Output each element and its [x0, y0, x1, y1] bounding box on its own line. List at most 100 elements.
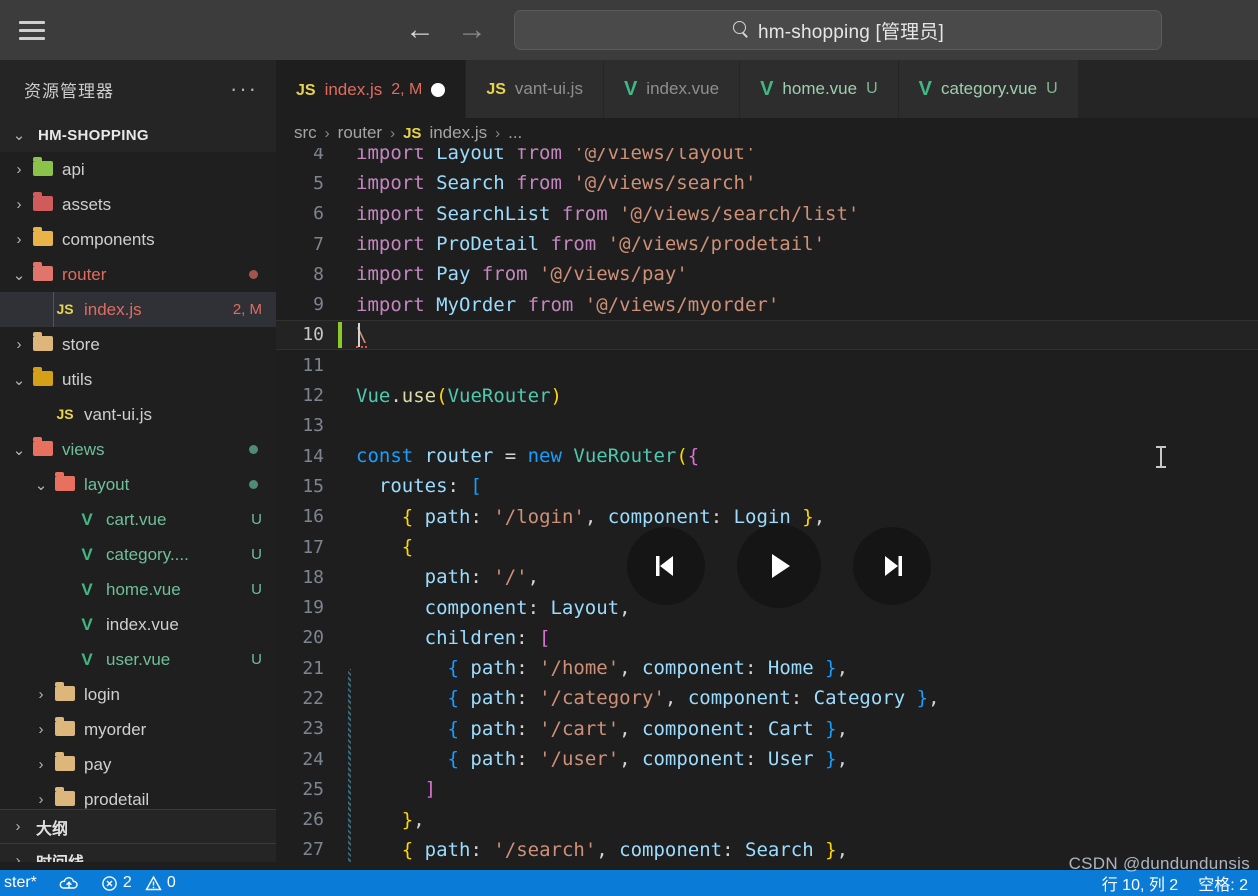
- code-text: { path: '/cart', component: Cart },: [338, 717, 849, 740]
- tree-item-index-js[interactable]: JS index.js 2, M: [0, 292, 276, 327]
- code-line[interactable]: 26 },: [276, 805, 1258, 835]
- code-token: }: [825, 657, 837, 680]
- tree-item-myorder[interactable]: › myorder: [0, 712, 276, 747]
- code-line[interactable]: 25 ]: [276, 774, 1258, 804]
- code-line[interactable]: 12 Vue.use(VueRouter): [276, 380, 1258, 410]
- tree-item-store[interactable]: › store: [0, 327, 276, 362]
- panel-outline[interactable]: › 大纲: [0, 809, 276, 843]
- hamburger-icon[interactable]: [0, 0, 60, 60]
- video-playback-controls: [627, 524, 931, 608]
- code-text: { path: '/category', component: Category…: [338, 687, 940, 709]
- code-line[interactable]: 9 import MyOrder from '@/views/myorder': [276, 289, 1258, 319]
- line-number: 20: [302, 627, 324, 649]
- code-token: User: [767, 748, 814, 771]
- code-line[interactable]: 10 \: [276, 319, 1258, 351]
- code-line[interactable]: 15 routes: [: [276, 471, 1258, 501]
- tree-item-layout[interactable]: ⌄ layout: [0, 467, 276, 502]
- git-branch-label[interactable]: ster*: [4, 874, 37, 892]
- indentation-setting[interactable]: 空格: 2: [1198, 871, 1248, 895]
- line-number: 13: [302, 415, 324, 437]
- code-line[interactable]: 22 { path: '/category', component: Categ…: [276, 683, 1258, 713]
- tree-item-prodetail[interactable]: › prodetail: [0, 782, 276, 809]
- code-text: component: Layout,: [338, 597, 631, 619]
- tree-item-label: layout: [84, 474, 130, 494]
- cursor-position[interactable]: 行 10, 列 2: [1102, 871, 1178, 895]
- tree-item-components[interactable]: › components: [0, 222, 276, 257]
- code-editor[interactable]: 4 import Layout from '@/views/layout' 5 imp…: [276, 148, 1258, 870]
- code-line[interactable]: 4 import Layout from '@/views/layout': [276, 148, 1258, 168]
- code-line[interactable]: 11: [276, 350, 1258, 380]
- tree-item-user-vue[interactable]: Vuser.vue U: [0, 642, 276, 677]
- play-button[interactable]: [737, 524, 821, 608]
- code-token: import: [356, 263, 437, 286]
- tree-item-login[interactable]: › login: [0, 677, 276, 712]
- line-number: 24: [302, 748, 324, 770]
- more-actions-icon[interactable]: ···: [230, 78, 258, 100]
- folder-router-icon: [30, 261, 56, 284]
- line-number: 10: [302, 324, 324, 346]
- breadcrumb-segment[interactable]: index.js: [429, 123, 487, 143]
- workspace-root-row[interactable]: ⌄ HM-SHOPPING: [0, 118, 276, 152]
- back-arrow-icon[interactable]: ←: [405, 15, 435, 45]
- tree-item-vant-ui-js[interactable]: JS vant-ui.js: [0, 397, 276, 432]
- editor-tab-index-js[interactable]: JS index.js 2, M: [276, 60, 467, 118]
- tree-item-category-[interactable]: Vcategory.... U: [0, 537, 276, 572]
- tree-item-cart-vue[interactable]: Vcart.vue U: [0, 502, 276, 537]
- code-line[interactable]: 7 import ProDetail from '@/views/prodetai…: [276, 229, 1258, 259]
- tree-item-pay[interactable]: › pay: [0, 747, 276, 782]
- cloud-sync-icon[interactable]: [59, 875, 79, 891]
- tree-item-index-vue[interactable]: Vindex.vue: [0, 607, 276, 642]
- code-line[interactable]: 21 { path: '/home', component: Home },: [276, 653, 1258, 683]
- code-token: .: [390, 384, 402, 407]
- code-line[interactable]: 23 { path: '/cart', component: Cart },: [276, 714, 1258, 744]
- command-center-search[interactable]: hm-shopping [管理员]: [514, 10, 1162, 50]
- code-line[interactable]: 14 const router = new VueRouter({: [276, 441, 1258, 471]
- tree-item-router[interactable]: ⌄ router: [0, 257, 276, 292]
- breadcrumb-segment[interactable]: ...: [508, 123, 522, 143]
- tree-item-home-vue[interactable]: Vhome.vue U: [0, 572, 276, 607]
- code-token: '@/views/myorder': [584, 293, 780, 316]
- breadcrumb-segment[interactable]: src: [294, 123, 317, 143]
- code-token: path: [424, 838, 471, 861]
- tree-item-label: pay: [84, 754, 112, 774]
- previous-button[interactable]: [627, 527, 705, 605]
- editor-tab-index-vue[interactable]: Vindex.vue: [603, 60, 741, 118]
- forward-arrow-icon[interactable]: →: [457, 15, 487, 45]
- code-token: {: [401, 536, 414, 558]
- next-button[interactable]: [853, 527, 931, 605]
- js-file-icon: JS: [296, 81, 316, 99]
- editor-tab-category-vue[interactable]: Vcategory.vue U: [898, 60, 1079, 118]
- code-token: '/login': [493, 505, 585, 528]
- code-text: import MyOrder from '@/views/myorder': [338, 294, 779, 316]
- code-line[interactable]: 5 import Search from '@/views/search': [276, 168, 1258, 198]
- editor-tab-meta: U: [1046, 80, 1058, 97]
- indent-guide: [348, 669, 351, 870]
- code-token: ,: [619, 717, 643, 740]
- unsaved-indicator-icon[interactable]: [431, 82, 446, 97]
- tree-item-assets[interactable]: › assets: [0, 187, 276, 222]
- code-token: '@/views/search': [573, 172, 757, 195]
- vue-file-icon: V: [623, 77, 638, 100]
- code-line[interactable]: 13: [276, 411, 1258, 441]
- status-badge-errors[interactable]: 2 0: [101, 874, 176, 892]
- code-line[interactable]: 6 import SearchList from '@/views/search/…: [276, 199, 1258, 229]
- chevron-right-icon: ›: [16, 336, 22, 353]
- code-token: ,: [836, 657, 849, 680]
- code-token: from: [504, 172, 574, 195]
- tree-item-views[interactable]: ⌄ views: [0, 432, 276, 467]
- tree-item-utils[interactable]: ⌄ utils: [0, 362, 276, 397]
- editor-tab-home-vue[interactable]: Vhome.vue U: [740, 60, 899, 118]
- folder-login-icon: [52, 681, 78, 704]
- folder-views-icon: [30, 436, 56, 459]
- code-line[interactable]: 20 children: [: [276, 623, 1258, 653]
- tree-item-badge: U: [251, 651, 262, 668]
- editor-tab-vant-ui-js[interactable]: JS vant-ui.js: [466, 60, 604, 118]
- code-line[interactable]: 24 { path: '/user', component: User },: [276, 744, 1258, 774]
- code-line[interactable]: 8 import Pay from '@/views/pay': [276, 259, 1258, 289]
- tree-item-api[interactable]: › api: [0, 152, 276, 187]
- breadcrumb-segment[interactable]: router: [338, 123, 382, 143]
